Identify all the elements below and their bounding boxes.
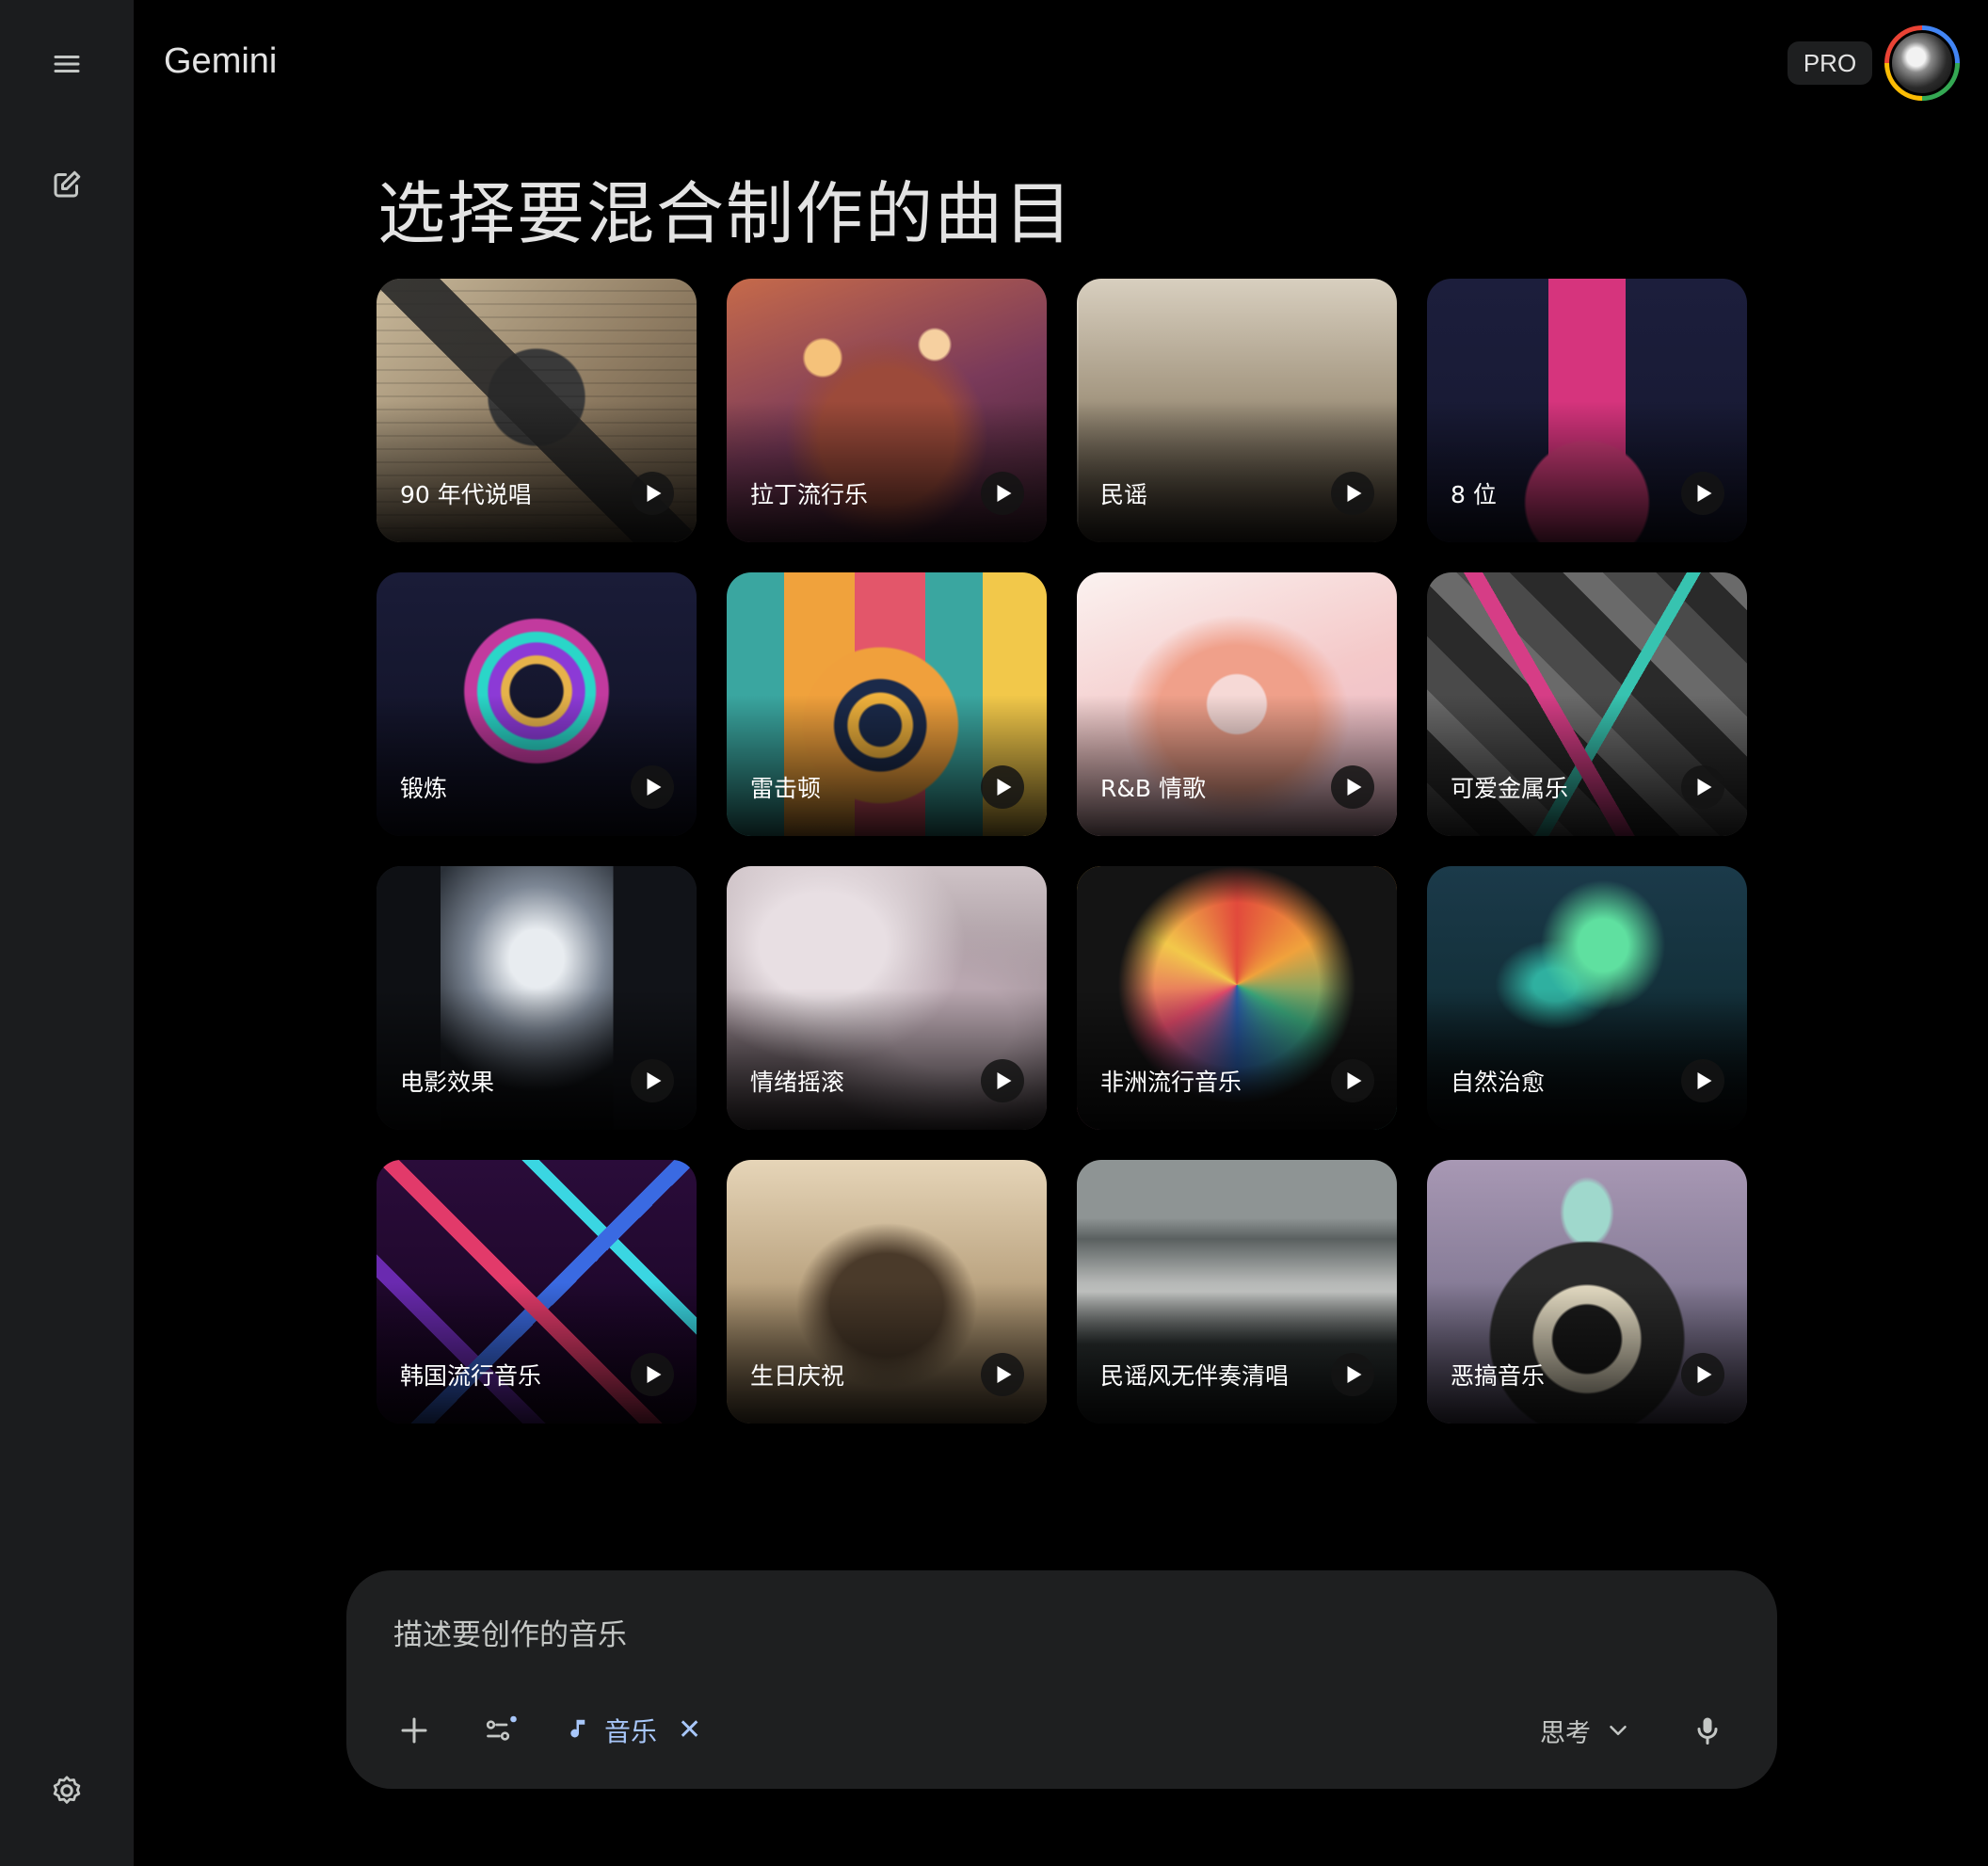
play-icon [647,485,661,502]
sidebar [0,0,134,1866]
track-label: 可爱金属乐 [1451,775,1569,802]
track-label: 锻炼 [400,775,448,802]
add-button[interactable] [388,1704,441,1757]
track-label: 民谣风无伴奏清唱 [1100,1362,1290,1390]
play-button[interactable] [631,765,674,809]
music-chip-label: 音乐 [604,1716,658,1747]
tools-icon [486,1715,517,1741]
play-icon [997,1072,1011,1089]
menu-icon [54,56,80,72]
track-card-parody[interactable]: 恶搞音乐 [1427,1160,1747,1424]
track-card-cinematic[interactable]: 电影效果 [377,866,697,1130]
track-card-nature-healing[interactable]: 自然治愈 [1427,866,1747,1130]
track-label: 电影效果 [400,1069,495,1096]
play-button[interactable] [981,1059,1024,1102]
track-card-8bit[interactable]: 8 位 [1427,279,1747,542]
track-label: 90 年代说唱 [400,481,532,508]
track-card-kpop[interactable]: 韩国流行音乐 [377,1160,697,1424]
mode-label: 思考 [1540,1718,1591,1748]
play-icon [997,485,1011,502]
prompt-composer: 音乐 ✕ 思考 [346,1570,1777,1789]
play-icon [1347,485,1361,502]
mode-selector[interactable]: 思考 [1540,1704,1632,1757]
track-label: 拉丁流行乐 [750,481,869,508]
play-button[interactable] [981,765,1024,809]
track-label: 生日庆祝 [750,1362,845,1390]
new-chat-button[interactable] [39,156,95,213]
play-button[interactable] [631,1353,674,1396]
play-icon [1697,779,1711,796]
track-card-latin-pop[interactable]: 拉丁流行乐 [727,279,1047,542]
play-button[interactable] [1681,472,1724,515]
play-button[interactable] [1681,1353,1724,1396]
music-note-icon [570,1719,585,1738]
play-icon [1347,779,1361,796]
play-icon [1697,1366,1711,1383]
music-chip[interactable]: 音乐 ✕ [565,1704,701,1757]
track-card-rnb-love[interactable]: R&B 情歌 [1077,572,1397,836]
track-label: R&B 情歌 [1100,775,1206,802]
track-card-birthday[interactable]: 生日庆祝 [727,1160,1047,1424]
track-label: 情绪摇滚 [750,1069,845,1096]
play-icon [1347,1366,1361,1383]
play-button[interactable] [981,472,1024,515]
track-card-afropop[interactable]: 非洲流行音乐 [1077,866,1397,1130]
avatar[interactable] [1884,25,1960,101]
play-icon [647,1072,661,1089]
track-grid: 90 年代说唱 拉丁流行乐 民谣 8 位 锻炼 雷击顿 R&B 情歌 可爱金属乐… [377,279,1747,1424]
play-button[interactable] [1331,1353,1374,1396]
play-button[interactable] [1331,472,1374,515]
avatar-image [1889,30,1955,96]
track-label: 恶搞音乐 [1451,1362,1546,1390]
menu-button[interactable] [39,36,95,92]
track-label: 韩国流行音乐 [400,1362,542,1390]
close-icon[interactable]: ✕ [678,1716,701,1745]
track-label: 雷击顿 [750,775,822,802]
pro-badge[interactable]: PRO [1788,41,1872,85]
track-card-folk[interactable]: 民谣 [1077,279,1397,542]
track-label: 非洲流行音乐 [1100,1069,1242,1096]
tools-button[interactable] [474,1704,527,1757]
play-icon [1697,485,1711,502]
settings-button[interactable] [39,1762,95,1819]
play-icon [997,779,1011,796]
edit-icon [54,170,81,198]
play-icon [647,779,661,796]
play-icon [997,1366,1011,1383]
play-button[interactable] [631,1059,674,1102]
track-card-kawaii-metal[interactable]: 可爱金属乐 [1427,572,1747,836]
play-button[interactable] [981,1353,1024,1396]
app-title[interactable]: Gemini [164,41,277,82]
play-icon [1347,1072,1361,1089]
plus-icon [401,1717,427,1744]
play-button[interactable] [1681,765,1724,809]
track-card-emo-rock[interactable]: 情绪摇滚 [727,866,1047,1130]
track-label: 8 位 [1451,481,1497,508]
chevron-down-icon [1610,1726,1627,1735]
mic-icon [1697,1717,1718,1745]
track-card-folk-a-cappella[interactable]: 民谣风无伴奏清唱 [1077,1160,1397,1424]
track-label: 民谣 [1100,481,1148,508]
play-button[interactable] [631,472,674,515]
track-card-90s-rap[interactable]: 90 年代说唱 [377,279,697,542]
play-button[interactable] [1681,1059,1724,1102]
page-title: 选择要混合制作的曲目 [377,174,1075,253]
play-icon [647,1366,661,1383]
prompt-input[interactable] [392,1606,1619,1665]
mic-button[interactable] [1681,1704,1734,1757]
play-button[interactable] [1331,1059,1374,1102]
track-card-workout[interactable]: 锻炼 [377,572,697,836]
track-card-reggaeton[interactable]: 雷击顿 [727,572,1047,836]
play-icon [1697,1072,1711,1089]
track-label: 自然治愈 [1451,1069,1546,1096]
gear-icon [53,1776,81,1804]
play-button[interactable] [1331,765,1374,809]
